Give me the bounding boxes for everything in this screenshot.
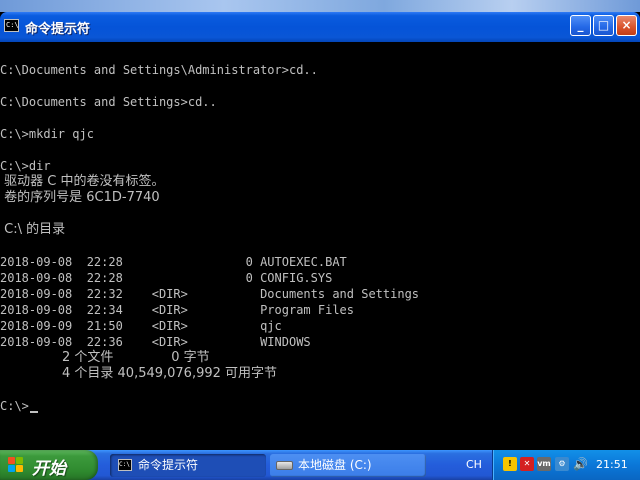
console-line: C:\>dir [0, 159, 51, 173]
clock[interactable]: 21:51 [596, 458, 628, 471]
window-title: 命令提示符 [25, 22, 91, 37]
maximize-button[interactable]: □ [593, 15, 614, 36]
minimize-button[interactable]: _ [570, 15, 591, 36]
console-output[interactable]: C:\Documents and Settings\Administrator>… [0, 42, 640, 444]
start-label: 开始 [32, 459, 66, 479]
vm-icon[interactable]: vm [537, 457, 551, 471]
console-line: 4 个目录 40,549,076,992 可用字节 [0, 366, 278, 381]
taskbar-item-label: 命令提示符 [138, 458, 199, 472]
console-line: C:\>mkdir qjc [0, 127, 94, 141]
console-line: 2018-09-08 22:36 <DIR> WINDOWS [0, 335, 311, 349]
cmd-icon: C:\ [118, 459, 132, 471]
desktop-background [0, 0, 640, 12]
network-warning-icon[interactable]: ! [503, 457, 517, 471]
console-line: C:\> [0, 398, 38, 414]
console-line: 2 个文件 0 字节 [0, 350, 210, 365]
console-line: 卷的序列号是 6C1D-7740 [0, 190, 160, 205]
console-line: C:\Documents and Settings\Administrator>… [0, 63, 318, 77]
console-line: C:\ 的目录 [0, 222, 66, 237]
volume-icon[interactable]: 🔊 [573, 457, 588, 471]
taskbar-item-cmd[interactable]: C:\ 命令提示符 [110, 454, 266, 477]
close-button[interactable]: × [616, 15, 637, 36]
start-button[interactable]: 开始 [0, 450, 98, 480]
console-line: 2018-09-08 22:34 <DIR> Program Files [0, 303, 355, 317]
console-line: 2018-09-08 22:28 0 AUTOEXEC.BAT [0, 255, 347, 269]
taskbar-item-label: 本地磁盘 (C:) [298, 458, 372, 472]
console-line: 驱动器 C 中的卷没有标签。 [0, 174, 165, 189]
taskbar: 开始 C:\ 命令提示符 本地磁盘 (C:) CH ! ✕ vm ⚙ 🔊 21:… [0, 450, 640, 480]
tools-icon[interactable]: ⚙ [555, 457, 569, 471]
taskbar-item-drive[interactable]: 本地磁盘 (C:) [270, 454, 426, 477]
console-line: 2018-09-09 21:50 <DIR> qjc [0, 319, 282, 333]
windows-logo-icon [8, 457, 24, 473]
console-line: C:\Documents and Settings>cd.. [0, 95, 217, 109]
language-indicator[interactable]: CH [466, 458, 482, 471]
security-shield-icon[interactable]: ✕ [520, 457, 534, 471]
drive-icon [276, 461, 293, 470]
console-line: 2018-09-08 22:32 <DIR> Documents and Set… [0, 287, 420, 301]
text-cursor [29, 411, 38, 413]
cmd-icon[interactable]: C:\ [4, 19, 19, 32]
console-line: 2018-09-08 22:28 0 CONFIG.SYS [0, 271, 333, 285]
window-titlebar[interactable]: C:\ 命令提示符 _ □ × [0, 12, 640, 42]
